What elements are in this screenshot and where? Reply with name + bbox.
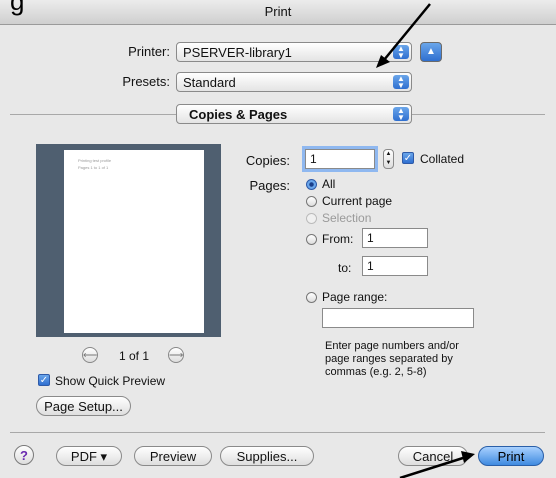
annotation-arrows	[376, 3, 475, 478]
annotation-arrow-line-top	[383, 3, 431, 61]
annotation-arrowhead-bottom	[461, 451, 475, 463]
annotation-arrow-line-bottom	[399, 456, 464, 478]
